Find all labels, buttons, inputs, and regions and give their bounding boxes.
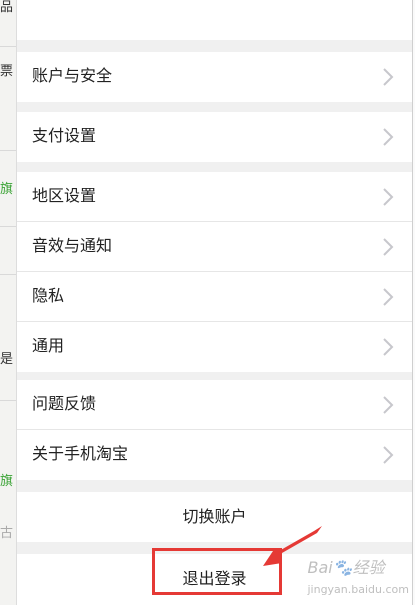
watermark-suffix: 经验 bbox=[352, 558, 385, 577]
red-arrow-annotation bbox=[263, 526, 322, 566]
watermark-brand: Bai bbox=[307, 558, 333, 577]
watermark-site: jingyan.baidu.com bbox=[307, 583, 409, 596]
baidu-watermark: Bai🐾经验 jingyan.baidu.com bbox=[307, 558, 409, 596]
